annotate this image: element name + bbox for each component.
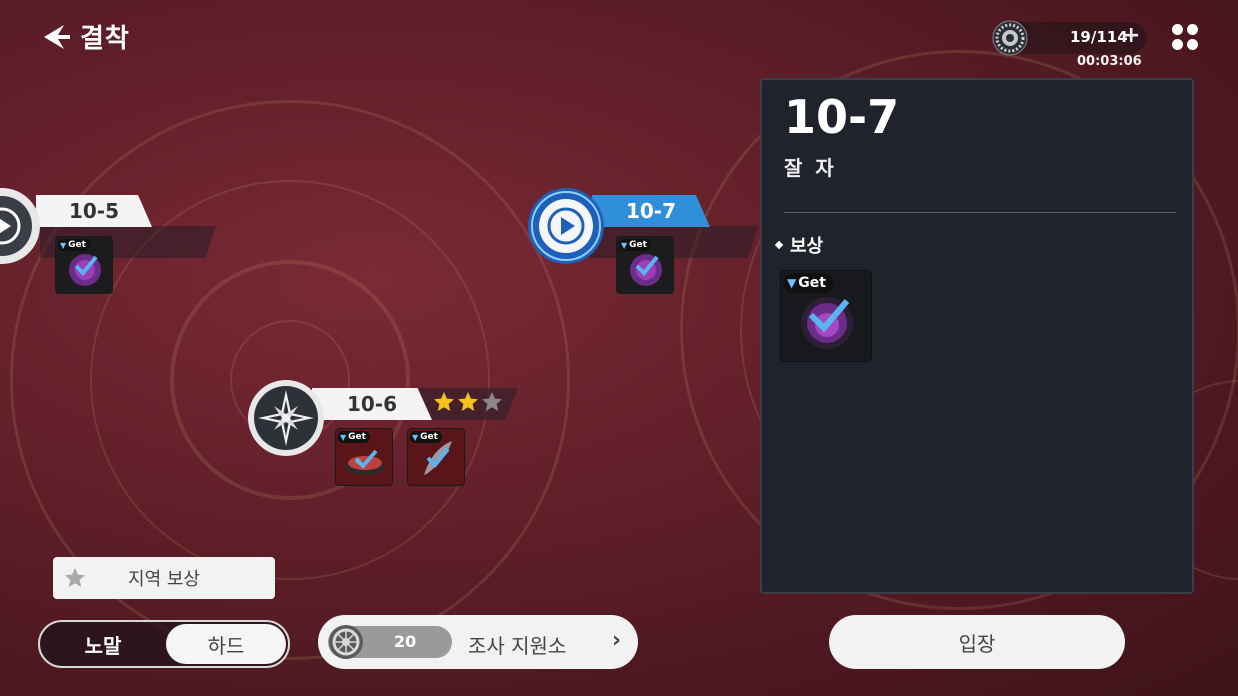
reward-item[interactable]: ▼ Get <box>55 236 113 294</box>
play-icon <box>0 188 40 264</box>
chevron-right-icon: › <box>612 628 622 653</box>
star-filled-icon <box>458 392 478 411</box>
play-icon <box>528 188 604 264</box>
stage-node-10-5[interactable]: 10-5 ▼ Get <box>0 188 220 300</box>
stage-node-10-7[interactable]: 10-7 ▼ Get <box>528 188 768 300</box>
panel-stage-title: 10-7 <box>784 90 900 144</box>
divider <box>784 212 1176 213</box>
reward-orb-icon <box>801 297 853 349</box>
bullet-icon <box>774 240 784 250</box>
star-filled-icon <box>434 392 454 411</box>
stage-label: 10-5 <box>36 195 152 227</box>
stage-node-10-6[interactable]: 10-6 ▼ Get ▼ Get <box>248 380 528 490</box>
stamina-gear-icon <box>992 20 1028 56</box>
difficulty-normal-option[interactable]: 노말 <box>40 622 166 666</box>
enter-button[interactable]: 입장 <box>829 615 1125 669</box>
region-reward-label: 지역 보상 <box>128 569 200 590</box>
grid-menu-icon[interactable] <box>1172 24 1200 52</box>
panel-reward-item[interactable]: ▼ Get <box>780 270 872 362</box>
panel-stage-subtitle: 잘 자 <box>784 156 837 180</box>
stamina-add-button[interactable]: + <box>1122 23 1140 48</box>
reward-food-icon <box>345 449 385 475</box>
wheel-icon <box>329 625 363 659</box>
reward-item[interactable]: ▼ Get <box>335 428 393 486</box>
back-arrow-icon <box>44 24 70 49</box>
stage-detail-panel: 10-7 잘 자 보상 ▼ Get <box>760 78 1194 594</box>
reward-orb-icon <box>630 254 662 286</box>
compass-star-icon <box>248 380 324 456</box>
stamina-timer: 00:03:06 <box>1077 54 1142 69</box>
reward-item[interactable]: ▼ Get <box>407 428 465 486</box>
stage-label: 10-7 <box>592 195 710 227</box>
difficulty-hard-option[interactable]: 하드 <box>166 624 286 664</box>
star-icon <box>65 568 85 587</box>
support-count: 20 <box>394 632 417 651</box>
difficulty-toggle[interactable]: 노말 하드 <box>38 620 290 668</box>
star-empty-icon <box>482 392 502 411</box>
stamina-value: 19/114 <box>1070 28 1128 46</box>
reward-item[interactable]: ▼ Get <box>616 236 674 294</box>
stage-stars <box>432 390 504 414</box>
reward-orb-icon <box>69 254 101 286</box>
enter-label: 입장 <box>958 631 996 656</box>
investigation-support-button[interactable]: 20 조사 지원소 › <box>318 615 638 669</box>
back-button[interactable]: 결착 <box>40 18 130 55</box>
page-title: 결착 <box>80 24 130 54</box>
reward-feather-icon <box>424 441 452 475</box>
support-label: 조사 지원소 <box>468 634 567 658</box>
stage-label: 10-6 <box>312 388 432 420</box>
reward-heading: 보상 <box>774 232 823 258</box>
region-reward-button[interactable]: 지역 보상 <box>53 557 275 599</box>
stamina-counter[interactable]: 19/114 + <box>992 20 1146 56</box>
